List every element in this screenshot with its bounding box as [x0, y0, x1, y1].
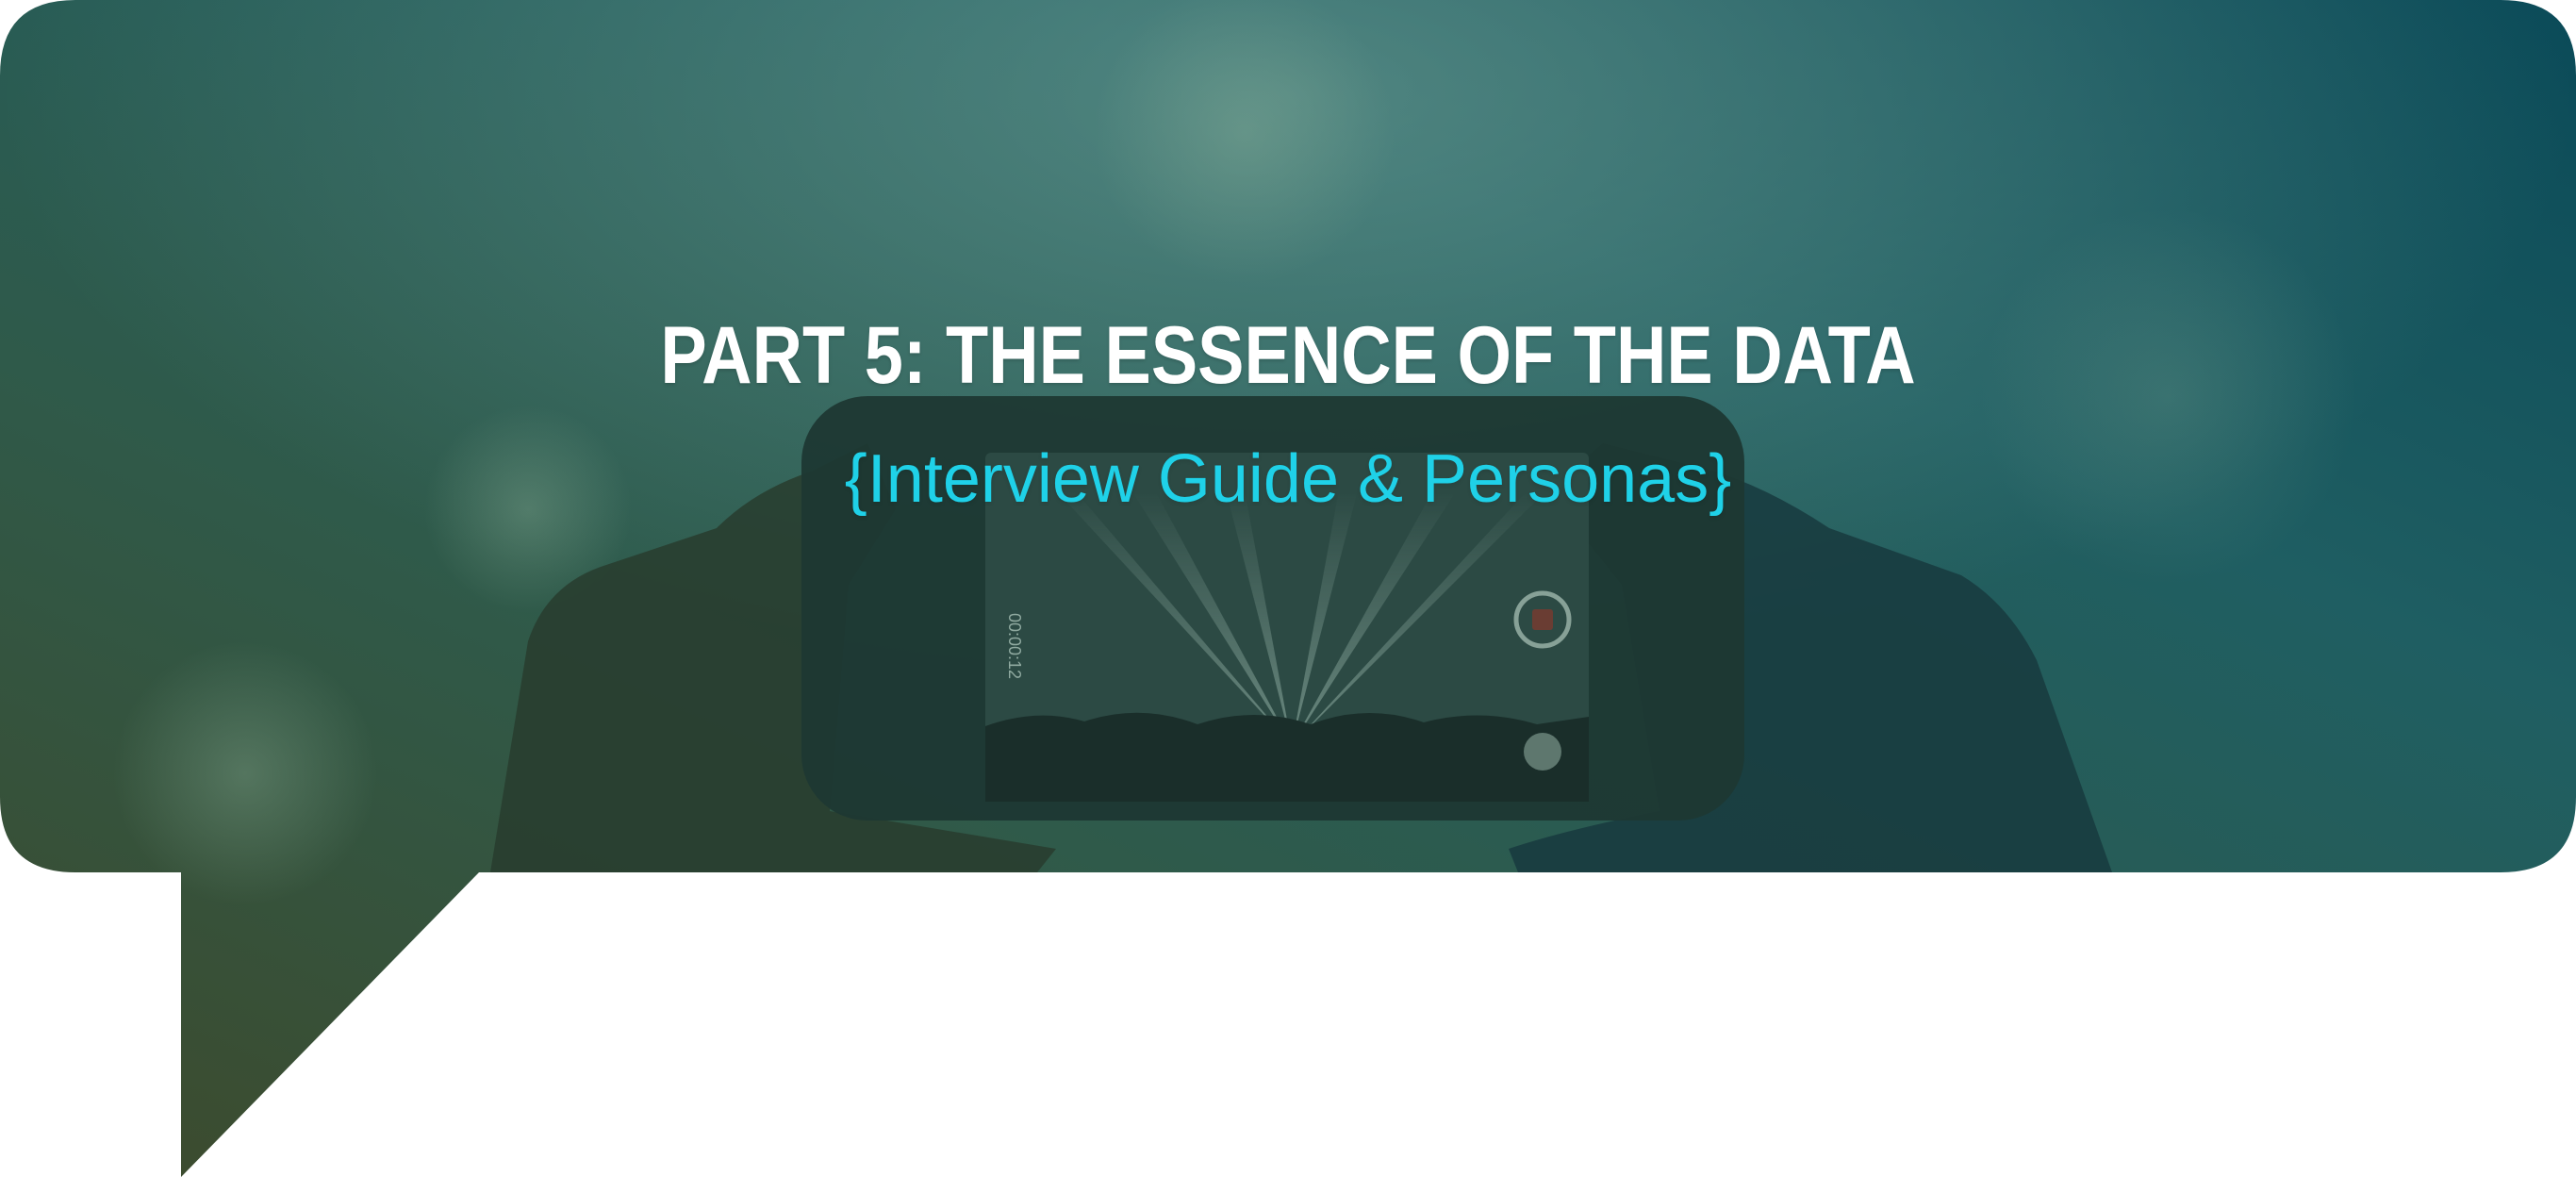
phone-timer-text: 00:00:12: [1005, 613, 1024, 679]
shutter-button-icon: [1524, 733, 1561, 771]
page-subtitle: {Interview Guide & Personas}: [844, 440, 1732, 517]
speech-bubble-banner: 00:00:12: [0, 0, 2576, 1177]
banner-photo: 00:00:12: [0, 0, 2576, 1177]
banner-text: PART 5: THE ESSENCE OF THE DATA {Intervi…: [0, 311, 2576, 520]
slide-canvas: 00:00:12 PART 5: THE ESSENCE OF THE DATA…: [0, 0, 2576, 1177]
page-title: PART 5: THE ESSENCE OF THE DATA: [660, 310, 1916, 401]
